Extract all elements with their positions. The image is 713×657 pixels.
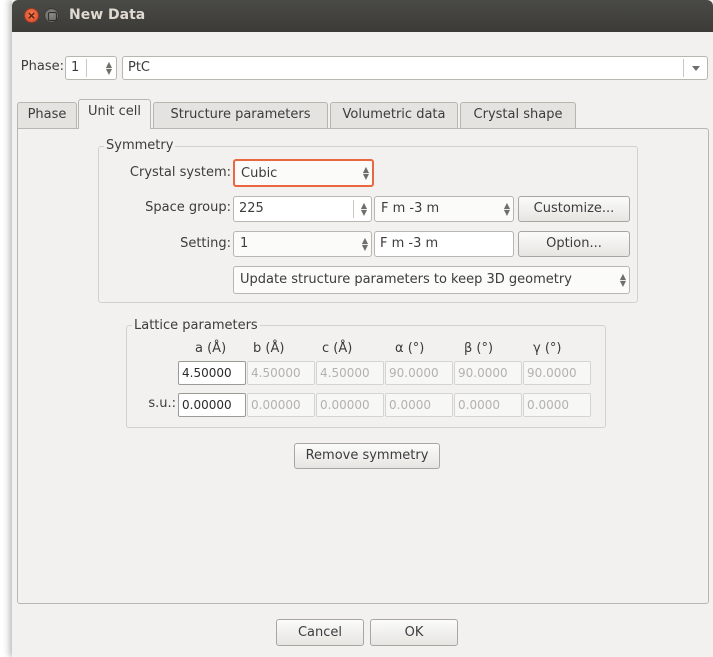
space-group-spinner[interactable]: 225 ▲ ▼ bbox=[233, 196, 372, 222]
setting-symbol-field[interactable]: F m -3 m bbox=[374, 231, 514, 257]
header-beta: β (°) bbox=[464, 341, 494, 356]
title-bar: × New Data bbox=[12, 0, 713, 32]
spinner-divider bbox=[353, 200, 354, 218]
select-updown-icon: ▲ ▼ bbox=[362, 165, 369, 181]
su-a-input[interactable]: 0.00000 bbox=[178, 393, 246, 417]
new-data-dialog: × New Data Phase: 1 ▲ ▼ PtC Phase Unit ce… bbox=[12, 0, 713, 657]
space-group-symbol: F m -3 m bbox=[381, 201, 440, 216]
spinner-updown-icon[interactable]: ▲ ▼ bbox=[361, 202, 367, 217]
phase-number-spinner[interactable]: 1 ▲ ▼ bbox=[65, 56, 117, 80]
phase-name-combobox[interactable]: PtC bbox=[122, 56, 708, 80]
symmetry-group-label: Symmetry bbox=[104, 138, 176, 154]
cancel-button[interactable]: Cancel bbox=[276, 619, 364, 646]
su-b-field: 0.00000 bbox=[247, 393, 315, 417]
lattice-alpha-field: 90.0000 bbox=[385, 361, 453, 385]
setting-select[interactable]: 1 ▲ ▼ bbox=[233, 231, 372, 257]
select-updown-icon: ▲ ▼ bbox=[361, 236, 368, 252]
header-b: b (Å) bbox=[253, 341, 285, 356]
phase-name-value: PtC bbox=[128, 60, 151, 75]
lattice-gamma-field: 90.0000 bbox=[523, 361, 591, 385]
select-updown-icon: ▲ ▼ bbox=[503, 201, 510, 217]
header-alpha: α (°) bbox=[395, 341, 425, 356]
combobox-divider bbox=[683, 59, 684, 77]
chevron-down-icon[interactable] bbox=[692, 66, 700, 71]
ok-button[interactable]: OK bbox=[370, 619, 458, 646]
su-gamma-field: 0.0000 bbox=[523, 393, 591, 417]
crystal-system-select[interactable]: Cubic ▲ ▼ bbox=[233, 159, 374, 187]
remove-symmetry-button[interactable]: Remove symmetry bbox=[294, 443, 440, 469]
header-gamma: γ (°) bbox=[533, 341, 562, 356]
setting-value: 1 bbox=[240, 236, 249, 251]
customize-button[interactable]: Customize... bbox=[518, 196, 630, 222]
spinner-updown-icon[interactable]: ▲ ▼ bbox=[106, 61, 112, 76]
su-label: s.u.: bbox=[148, 396, 176, 411]
space-group-symbol-select[interactable]: F m -3 m ▲ ▼ bbox=[374, 196, 514, 222]
lattice-parameters-group-label: Lattice parameters bbox=[132, 318, 260, 334]
update-mode-select[interactable]: Update structure parameters to keep 3D g… bbox=[233, 266, 630, 294]
space-group-label: Space group: bbox=[145, 200, 231, 215]
setting-label: Setting: bbox=[180, 236, 231, 251]
lattice-a-input[interactable]: 4.50000 bbox=[178, 361, 246, 385]
phase-number-value: 1 bbox=[71, 60, 80, 75]
phase-label: Phase: bbox=[20, 59, 64, 74]
header-c: c (Å) bbox=[322, 341, 353, 356]
update-mode-value: Update structure parameters to keep 3D g… bbox=[240, 272, 572, 287]
su-beta-field: 0.0000 bbox=[454, 393, 522, 417]
header-a: a (Å) bbox=[195, 341, 227, 356]
lattice-b-field: 4.50000 bbox=[247, 361, 315, 385]
minimize-icon[interactable] bbox=[44, 8, 59, 23]
lattice-c-field: 4.50000 bbox=[316, 361, 384, 385]
window-title: New Data bbox=[69, 7, 146, 23]
select-updown-icon: ▲ ▼ bbox=[619, 272, 626, 288]
unit-cell-panel: Symmetry Crystal system: Cubic ▲ ▼ Space … bbox=[17, 128, 709, 604]
tab-crystal-shape[interactable]: Crystal shape bbox=[460, 102, 576, 128]
su-alpha-field: 0.0000 bbox=[385, 393, 453, 417]
tab-volumetric-data[interactable]: Volumetric data bbox=[330, 102, 458, 128]
option-button[interactable]: Option... bbox=[518, 231, 630, 257]
space-group-number: 225 bbox=[239, 201, 264, 216]
crystal-system-label: Crystal system: bbox=[129, 165, 231, 180]
crystal-system-value: Cubic bbox=[241, 166, 278, 181]
tab-phase[interactable]: Phase bbox=[17, 102, 77, 128]
su-c-field: 0.00000 bbox=[316, 393, 384, 417]
lattice-beta-field: 90.0000 bbox=[454, 361, 522, 385]
tab-structure-parameters[interactable]: Structure parameters bbox=[153, 102, 328, 128]
spinner-divider bbox=[86, 59, 87, 77]
tab-unit-cell[interactable]: Unit cell bbox=[78, 99, 151, 129]
close-icon[interactable]: × bbox=[24, 8, 39, 23]
